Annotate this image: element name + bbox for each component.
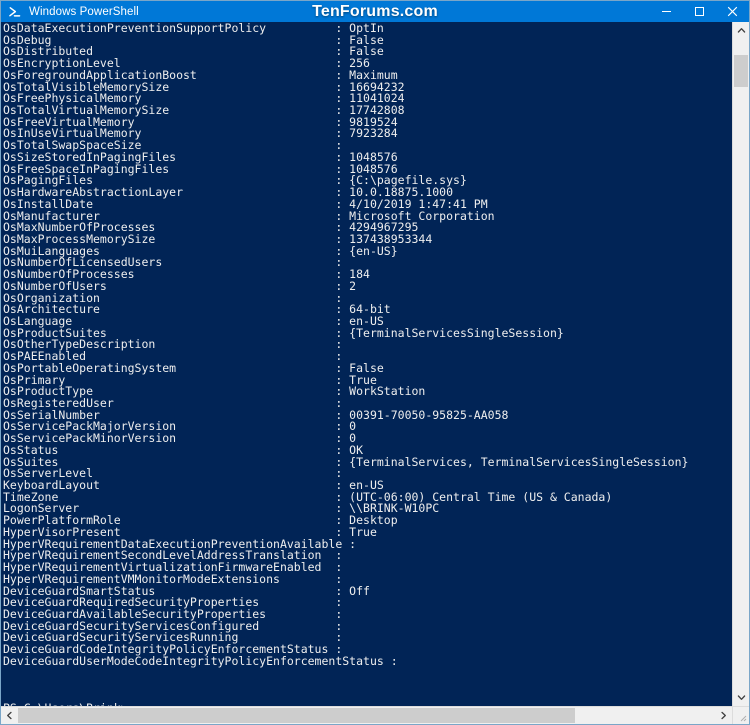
horizontal-scrollbar-thumb[interactable] (18, 708, 575, 723)
minimize-button[interactable] (650, 1, 683, 22)
vertical-scrollbar-thumb[interactable] (734, 55, 748, 87)
minimize-icon (662, 11, 671, 12)
scroll-up-button[interactable] (733, 22, 749, 39)
horizontal-scrollbar[interactable] (1, 706, 732, 724)
chevron-up-icon (737, 28, 745, 33)
console-area[interactable]: OsDataExecutionPreventionSupportPolicy :… (1, 22, 749, 724)
close-button[interactable] (716, 1, 749, 22)
console-property-row: DeviceGuardUserModeCodeIntegrityPolicyEn… (3, 653, 398, 668)
maximize-button[interactable] (683, 1, 716, 22)
scroll-left-button[interactable] (1, 707, 18, 724)
scroll-right-button[interactable] (715, 707, 732, 724)
window-controls (650, 1, 749, 22)
chevron-left-icon (7, 711, 12, 720)
title-bar: Windows PowerShell (1, 1, 749, 22)
vertical-scrollbar[interactable] (732, 22, 749, 706)
resize-grip-icon (740, 715, 747, 722)
window-title: Windows PowerShell (29, 5, 139, 18)
scrollbar-corner (732, 706, 749, 724)
scroll-down-button[interactable] (733, 689, 749, 706)
powershell-window: Windows PowerShell TenForums.com OsDataE… (0, 0, 750, 725)
powershell-icon (8, 5, 22, 19)
maximize-icon (695, 7, 704, 16)
console-output[interactable]: OsDataExecutionPreventionSupportPolicy :… (1, 22, 732, 706)
chevron-down-icon (737, 695, 745, 700)
chevron-right-icon (721, 711, 726, 720)
close-icon (727, 6, 738, 17)
title-bar-left: Windows PowerShell (1, 1, 139, 22)
